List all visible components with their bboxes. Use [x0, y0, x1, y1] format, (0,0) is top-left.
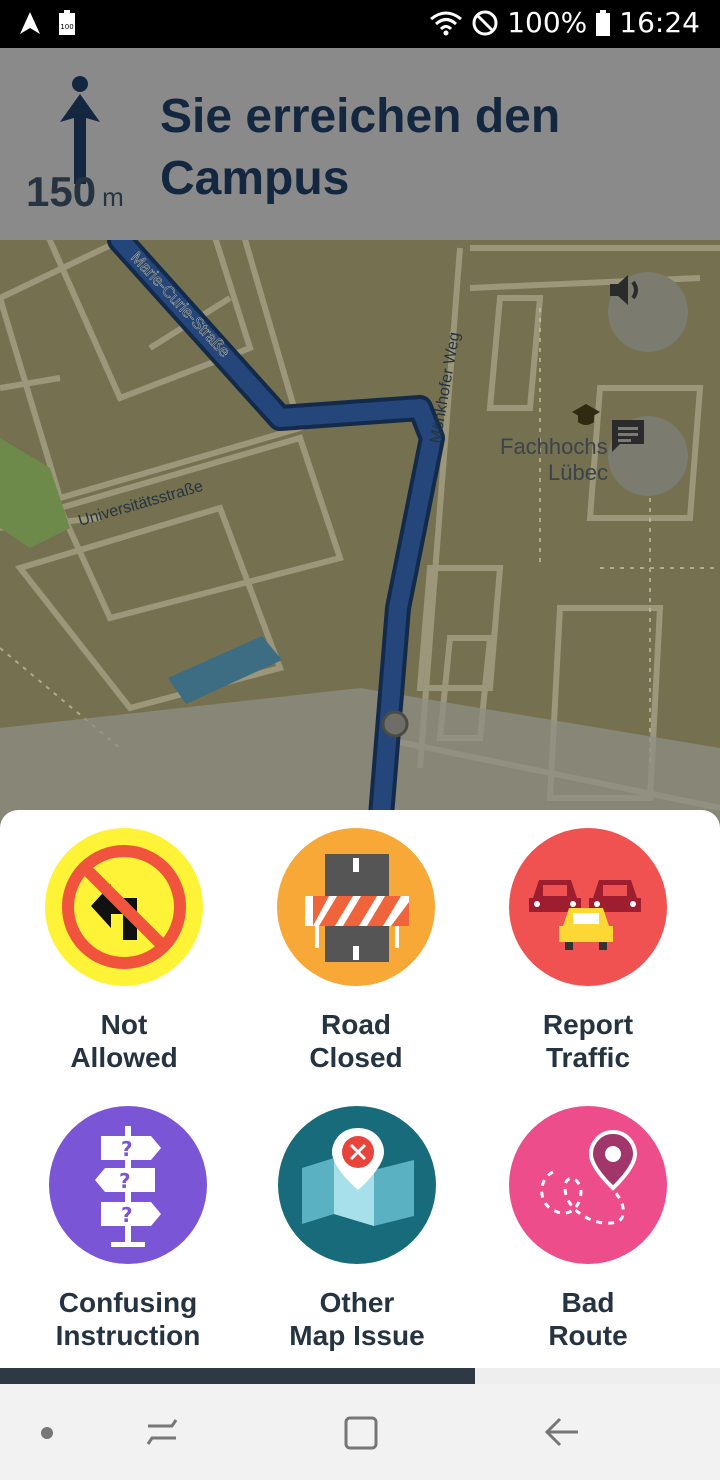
report-traffic-circle [509, 828, 667, 986]
report-message-button[interactable] [608, 416, 688, 496]
recent-apps-icon[interactable] [142, 1412, 182, 1452]
battery-saver-icon: 100 [59, 10, 75, 35]
report-other-map-issue-button[interactable]: Other Map Issue [247, 1106, 467, 1352]
other-map-issue-label: Other Map Issue [247, 1286, 467, 1352]
not-allowed-label-line2: Allowed [70, 1042, 178, 1073]
sheet-timeout-progress [0, 1368, 720, 1384]
sheet-timeout-progress-fill [0, 1368, 476, 1384]
bad-route-label: Bad Route [478, 1286, 698, 1352]
battery-percent: 100% [507, 6, 588, 39]
street-label-moenkhofer: Mönkhofer Weg [427, 331, 463, 445]
road-barrier-icon [305, 854, 409, 962]
nav-dot-indicator[interactable] [40, 1426, 54, 1440]
road-closed-label-line1: Road [321, 1009, 391, 1040]
sound-button[interactable] [608, 272, 688, 352]
not-allowed-circle [45, 828, 203, 986]
home-icon[interactable] [342, 1414, 380, 1452]
distance-unit: m [102, 182, 124, 212]
poi-label-fachhochschule: Fachhochs [500, 434, 608, 459]
bad-route-label-line1: Bad [561, 1287, 615, 1318]
svg-text:?: ? [121, 1137, 133, 1161]
battery-icon [596, 9, 611, 36]
chat-bubble-icon [612, 420, 644, 452]
not-allowed-label: Not Allowed [14, 1008, 234, 1074]
turn-instruction: Sie erreichen den Campus [160, 90, 561, 205]
distance-readout: 150 m [26, 168, 124, 216]
clock: 16:24 [619, 6, 700, 39]
navigation-banner: 150 m Sie erreichen den Campus [0, 48, 720, 240]
map-pin-error-icon [302, 1128, 414, 1226]
report-traffic-button[interactable]: Report Traffic [478, 828, 698, 1074]
question-signpost-icon: ? ? ? [95, 1126, 161, 1247]
road-closed-label-line2: Closed [309, 1042, 403, 1073]
report-bad-route-button[interactable]: Bad Route [478, 1106, 698, 1352]
confusing-instruction-label: Confusing Instruction [18, 1286, 238, 1352]
other-map-issue-label-line2: Map Issue [289, 1320, 425, 1351]
report-traffic-label-line1: Report [542, 1009, 634, 1040]
bad-route-icon [540, 1129, 638, 1225]
wifi-icon [430, 11, 463, 35]
do-not-disturb-icon [472, 10, 498, 35]
road-closed-label: Road Closed [246, 1008, 466, 1074]
back-icon[interactable] [542, 1414, 582, 1450]
system-navigation-bar [0, 1384, 720, 1480]
other-map-issue-circle [278, 1106, 436, 1264]
svg-text:?: ? [119, 1169, 131, 1193]
report-traffic-label: Report Traffic [478, 1008, 698, 1074]
confusing-instruction-label-line1: Confusing [58, 1287, 198, 1318]
report-confusing-instruction-button[interactable]: ? ? ? Confusing Instruction [18, 1106, 238, 1352]
bad-route-label-line2: Route [548, 1320, 628, 1351]
report-road-closed-button[interactable]: Road Closed [246, 828, 466, 1074]
no-left-turn-icon [62, 845, 186, 969]
report-traffic-label-line2: Traffic [545, 1042, 631, 1073]
battery-badge: 100 [60, 23, 73, 31]
other-map-issue-label-line1: Other [319, 1287, 395, 1318]
road-closed-circle [277, 828, 435, 986]
volume-icon [610, 275, 638, 305]
confusing-instruction-label-line2: Instruction [55, 1320, 201, 1351]
navigation-status-icon [20, 12, 40, 34]
poi-label-luebeck: Lübec [548, 460, 608, 485]
report-not-allowed-button[interactable]: Not Allowed [14, 828, 234, 1074]
svg-text:?: ? [121, 1203, 133, 1227]
traffic-cars-icon [529, 880, 641, 950]
not-allowed-label-line1: Not [100, 1009, 148, 1040]
bad-route-circle [509, 1106, 667, 1264]
distance-value: 150 [26, 168, 97, 215]
confusing-instruction-circle: ? ? ? [49, 1106, 207, 1264]
report-sheet: Not Allowed Road Closed Report Traffic ?… [0, 810, 720, 1370]
status-bar: 100 100% 16:24 [0, 0, 720, 48]
